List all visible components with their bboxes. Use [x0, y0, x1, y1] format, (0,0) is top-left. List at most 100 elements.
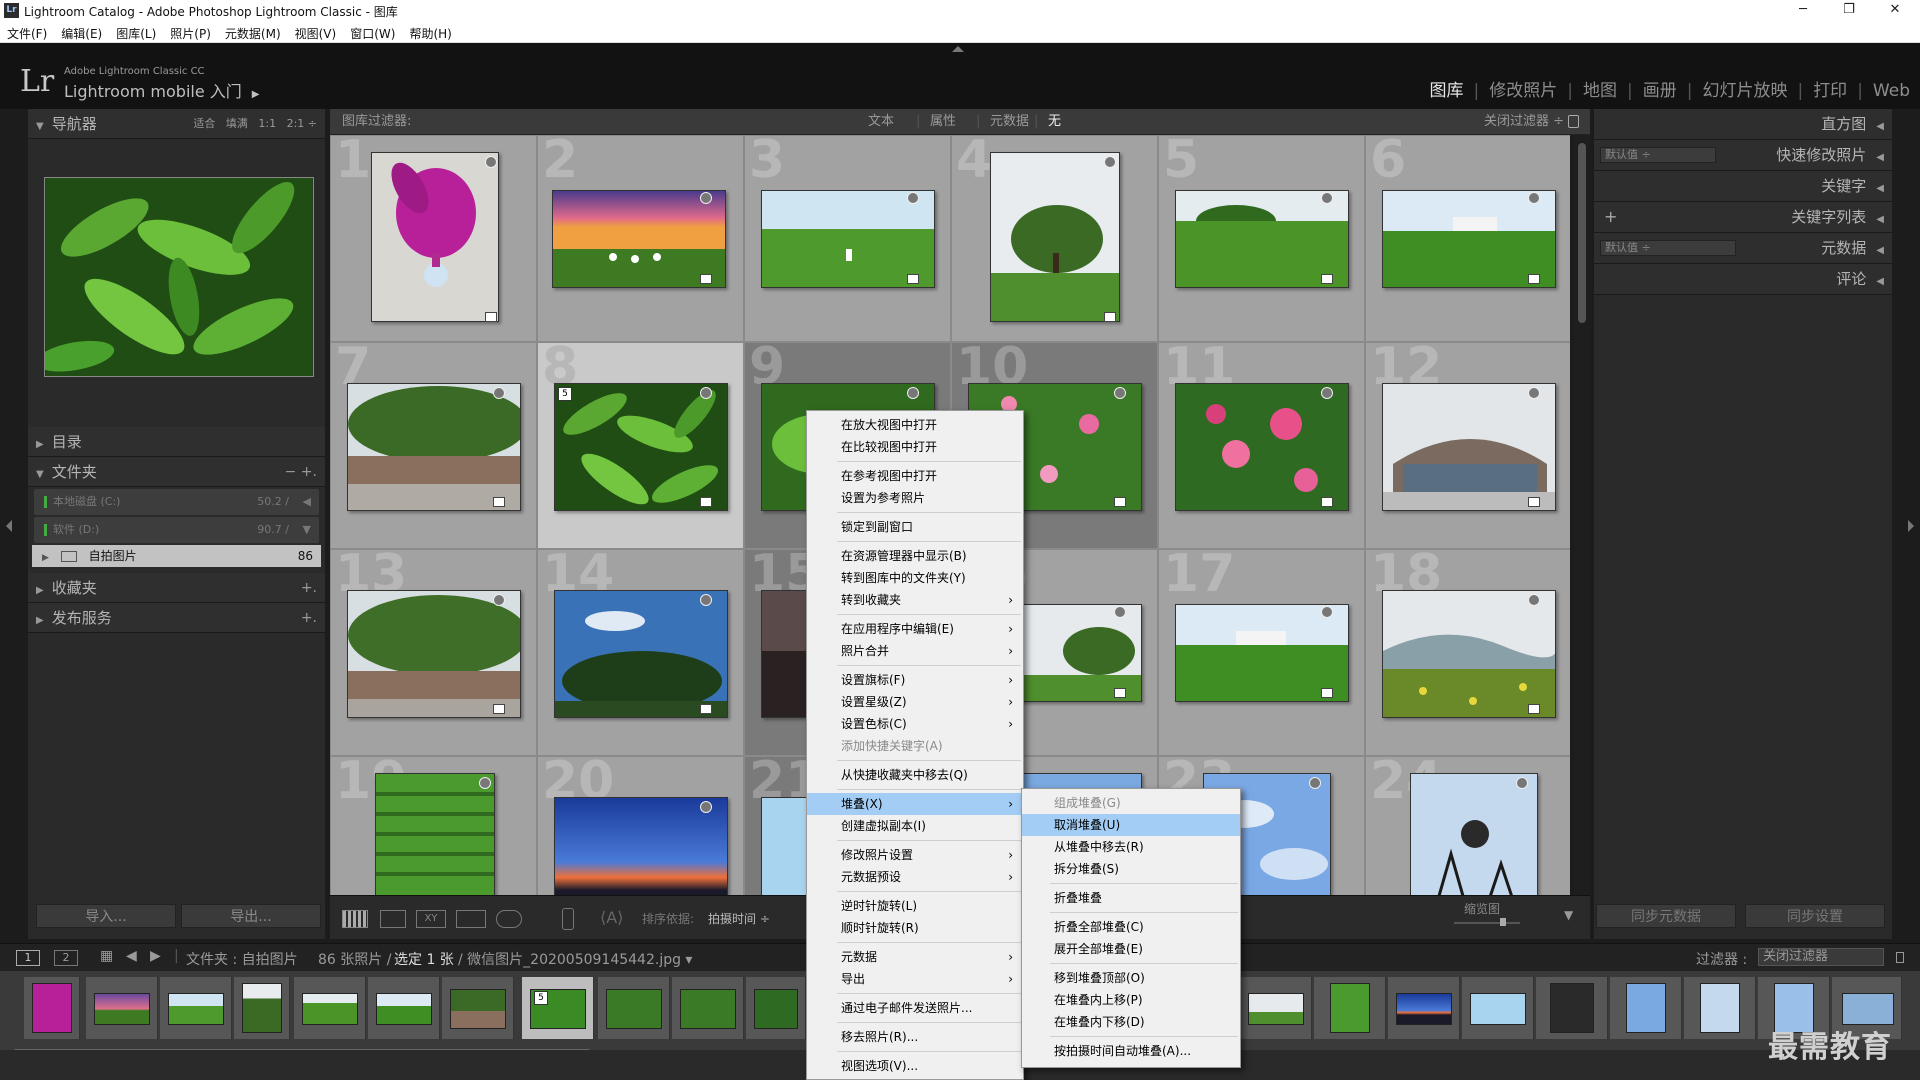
context_menu-item-28[interactable]: 逆时针旋转(L)	[807, 895, 1023, 917]
filmstrip-thumb[interactable]	[368, 977, 440, 1039]
photo-thumbnail[interactable]	[1410, 773, 1538, 895]
survey-view-icon[interactable]	[456, 910, 486, 928]
metadata-preset[interactable]: 默认值 ÷	[1600, 240, 1736, 256]
submenu-item-12[interactable]: 在堆叠内下移(D)	[1022, 1011, 1240, 1033]
collections-add-button[interactable]: +.	[301, 573, 317, 603]
context_menu-item-12[interactable]: 在应用程序中编辑(E) ›	[807, 618, 1023, 640]
filmstrip-thumb[interactable]	[672, 977, 744, 1039]
grid-cell[interactable]: 17	[1158, 544, 1365, 756]
circle-icon[interactable]	[907, 387, 919, 399]
navigator-header[interactable]: ▼ 导航器 适合 填满 1:1 2:1 ÷	[28, 109, 325, 139]
sync-metadata-button[interactable]: 同步元数据	[1596, 904, 1736, 928]
context_menu-item-25[interactable]: 修改照片设置 ›	[807, 844, 1023, 866]
stack-count-badge[interactable]: 5	[558, 387, 572, 401]
catalog-header[interactable]: ▶ 目录	[28, 427, 325, 457]
module-web[interactable]: Web	[1873, 81, 1910, 101]
menu-view[interactable]: 视图(V)	[288, 22, 344, 42]
submenu-item-3[interactable]: 拆分堆叠(S)	[1022, 858, 1240, 880]
circle-icon[interactable]	[700, 192, 712, 204]
submenu-item-10[interactable]: 移到堆叠顶部(O)	[1022, 967, 1240, 989]
grid-cell[interactable]: 20	[537, 751, 744, 895]
circle-icon[interactable]	[1321, 192, 1333, 204]
filter-preset-dropdown[interactable]: 关闭过滤器 ÷	[1484, 109, 1564, 135]
grid-cell[interactable]: 18	[1365, 544, 1570, 756]
filmstrip-thumb[interactable]	[1388, 977, 1460, 1039]
menu-window[interactable]: 窗口(W)	[343, 22, 402, 42]
circle-icon[interactable]	[1309, 777, 1321, 789]
filmstrip-filename[interactable]: / 微信图片_20200509145442.jpg ▾	[458, 949, 692, 969]
people-view-icon[interactable]	[496, 910, 522, 928]
filmstrip-thumb[interactable]	[1610, 977, 1682, 1039]
plus-icon[interactable]: +	[1604, 202, 1617, 232]
context_menu-item-13[interactable]: 照片合并 ›	[807, 640, 1023, 662]
circle-icon[interactable]	[1321, 606, 1333, 618]
filmstrip-thumb[interactable]	[1314, 977, 1386, 1039]
volume-d[interactable]: 软件 (D:) 90.7 / ▼	[34, 517, 319, 543]
context_menu-item-20[interactable]: 从快捷收藏夹中移去(Q)	[807, 764, 1023, 786]
photo-thumbnail[interactable]	[554, 590, 728, 718]
circle-icon[interactable]	[493, 594, 505, 606]
lock-icon[interactable]	[1896, 952, 1904, 963]
filter-metadata[interactable]: 元数据	[990, 109, 1029, 135]
context_menu-item-4[interactable]: 设置为参考照片	[807, 487, 1023, 509]
spray-can-icon[interactable]	[562, 908, 574, 930]
grid-icon[interactable]: ▦	[100, 948, 113, 964]
zoom-2-1[interactable]: 2:1	[287, 117, 305, 130]
filmstrip-thumb[interactable]	[1462, 977, 1534, 1039]
module-library[interactable]: 图库	[1430, 76, 1464, 101]
grid-cell[interactable]: 5	[1158, 135, 1365, 342]
menu-file[interactable]: 文件(F)	[0, 22, 54, 42]
module-map[interactable]: 地图	[1583, 76, 1617, 101]
maximize-button[interactable]: ❐	[1826, 0, 1872, 22]
context_menu-item-3[interactable]: 在参考视图中打开	[807, 465, 1023, 487]
filter-attribute[interactable]: 属性	[930, 109, 956, 135]
navigator-preview[interactable]	[44, 177, 314, 377]
circle-icon[interactable]	[479, 777, 491, 789]
sync-settings-button[interactable]: 同步设置	[1745, 904, 1885, 928]
thumbnail-size-slider[interactable]	[1454, 922, 1520, 924]
publish-add-button[interactable]: +.	[301, 603, 317, 633]
photo-thumbnail[interactable]	[347, 383, 521, 511]
grid-cell[interactable]: 7	[330, 337, 537, 549]
photo-thumbnail[interactable]	[1382, 590, 1556, 718]
submenu-item-1[interactable]: 取消堆叠(U)	[1022, 814, 1240, 836]
comments-header[interactable]: 评论 ◀	[1594, 264, 1892, 295]
zoom-fit[interactable]: 适合	[193, 117, 215, 130]
filmstrip-thumb[interactable]	[86, 977, 158, 1039]
zoom-fill[interactable]: 填满	[226, 117, 248, 130]
filmstrip-thumb[interactable]	[598, 977, 670, 1039]
filter-none[interactable]: 无	[1048, 109, 1061, 135]
context_menu-item-23[interactable]: 创建虚拟副本(I)	[807, 815, 1023, 837]
circle-icon[interactable]	[1104, 156, 1116, 168]
circle-icon[interactable]	[700, 594, 712, 606]
filmstrip-thumb[interactable]	[234, 977, 290, 1039]
submenu-item-11[interactable]: 在堆叠内上移(P)	[1022, 989, 1240, 1011]
photo-thumbnail[interactable]	[990, 152, 1120, 322]
context_menu-item-38[interactable]: 视图选项(V)...	[807, 1055, 1023, 1077]
secondary-window-button[interactable]: 2	[54, 950, 78, 966]
circle-icon[interactable]	[1528, 192, 1540, 204]
grid-cell[interactable]: 19	[330, 751, 537, 895]
photo-thumbnail[interactable]	[347, 590, 521, 718]
filmstrip-thumb-selected[interactable]: 5	[522, 977, 594, 1039]
publish-header[interactable]: ▶ 发布服务 +.	[28, 603, 325, 633]
zoom-1-1[interactable]: 1:1	[258, 117, 276, 130]
grid-cell[interactable]: 6	[1365, 135, 1570, 342]
photo-thumbnail[interactable]	[1175, 383, 1349, 511]
grid-cell[interactable]: 3	[744, 135, 951, 342]
lock-icon[interactable]	[1568, 115, 1579, 128]
export-button[interactable]: 导出...	[181, 904, 321, 928]
stack-count-badge[interactable]: 5	[534, 991, 548, 1005]
grid-scrollbar[interactable]	[1574, 135, 1590, 895]
module-print[interactable]: 打印	[1813, 76, 1847, 101]
filmstrip-filter-dropdown[interactable]: 关闭过滤器	[1758, 948, 1884, 966]
menu-metadata[interactable]: 元数据(M)	[218, 22, 288, 42]
folders-header[interactable]: ▼ 文件夹 − +.	[28, 457, 325, 487]
context_menu-item-32[interactable]: 导出 ›	[807, 968, 1023, 990]
filmstrip-thumb[interactable]	[1536, 977, 1608, 1039]
photo-thumbnail[interactable]	[375, 773, 495, 895]
keywording-header[interactable]: 关键字 ◀	[1594, 171, 1892, 202]
forward-arrow-icon[interactable]: ▶	[150, 948, 161, 964]
context_menu-item-34[interactable]: 通过电子邮件发送照片...	[807, 997, 1023, 1019]
context_menu-item-22[interactable]: 堆叠(X) ›	[807, 793, 1023, 815]
